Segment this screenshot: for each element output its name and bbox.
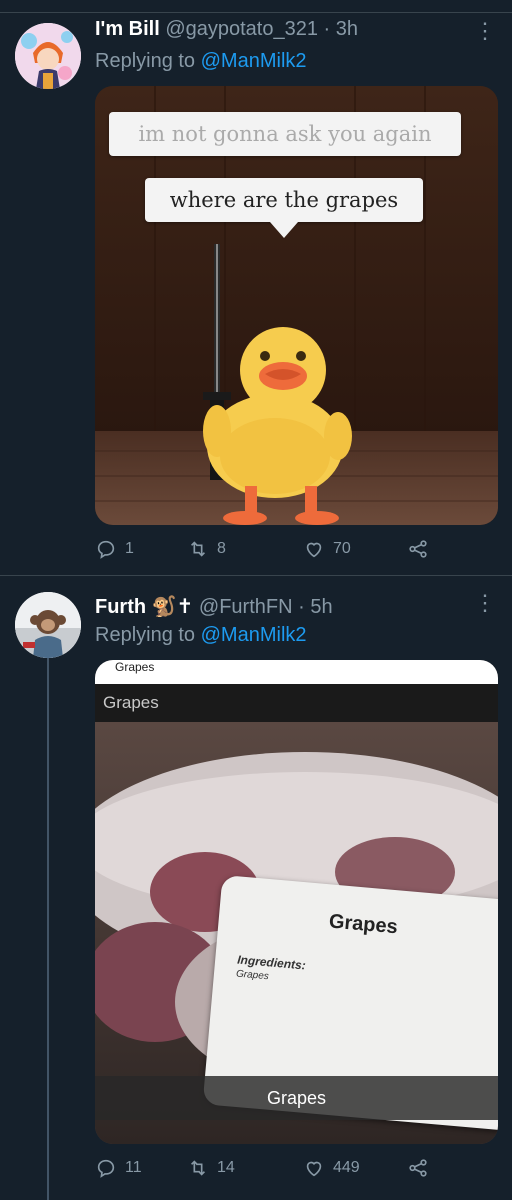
avatar-furth[interactable]: [15, 592, 81, 658]
replying-to-mention[interactable]: @ManMilk2: [201, 50, 307, 72]
replying-to-label: Replying to: [95, 624, 196, 646]
tweet-time[interactable]: 5h: [310, 596, 332, 618]
tweet-1[interactable]: I'm Bill @gaypotato_321 · 3h ⋮ Replying …: [0, 0, 512, 575]
share-icon: [409, 1159, 427, 1177]
share-button[interactable]: [407, 538, 429, 560]
like-button[interactable]: 449: [303, 1157, 360, 1179]
like-icon: [306, 542, 322, 558]
tweet-2-actions: 11 14 449: [95, 1157, 455, 1185]
reply-icon: [97, 540, 115, 559]
author-handle[interactable]: @FurthFN: [199, 596, 293, 618]
meme-bubble-2: where are the grapes: [145, 178, 423, 222]
name-emoji: 🐒✝: [151, 596, 194, 618]
like-icon: [306, 1161, 322, 1177]
share-button[interactable]: [407, 1157, 429, 1179]
replying-to: Replying to @ManMilk2: [95, 624, 307, 647]
tweet-2[interactable]: Furth 🐒✝ @FurthFN · 5h ⋮ Replying to @Ma…: [0, 576, 512, 1200]
speech-tail: [270, 222, 298, 238]
tweet-2-image[interactable]: Grapes Grapes Grapes Ingredients: Grapes: [95, 660, 498, 1144]
like-count: 449: [333, 1159, 360, 1176]
replying-to: Replying to @ManMilk2: [95, 50, 307, 73]
reply-button[interactable]: 11: [95, 1157, 142, 1179]
retweet-count: 8: [217, 540, 226, 557]
tweet-time[interactable]: 3h: [336, 18, 358, 40]
dark-header-bar: Grapes: [95, 684, 498, 722]
tweet-1-image[interactable]: im not gonna ask you again where are the…: [95, 86, 498, 525]
reply-icon: [97, 1159, 115, 1178]
meme-bubble-1: im not gonna ask you again: [109, 112, 461, 156]
card-ingredients: Grapes: [235, 968, 270, 983]
author-handle[interactable]: @gaypotato_321: [165, 18, 318, 40]
tweet-2-header: Furth 🐒✝ @FurthFN · 5h: [95, 596, 333, 618]
retweet-icon: [190, 541, 206, 557]
more-icon[interactable]: ⋮: [474, 592, 496, 614]
replying-to-label: Replying to: [95, 50, 196, 72]
retweet-count: 14: [217, 1159, 235, 1176]
author-name[interactable]: I'm Bill: [95, 18, 160, 40]
retweet-icon: [190, 1160, 206, 1176]
retweet-button[interactable]: 14: [187, 1157, 235, 1179]
thread-line: [47, 658, 49, 1200]
more-icon[interactable]: ⋮: [474, 20, 496, 42]
retweet-button[interactable]: 8: [187, 538, 226, 560]
avatar-bill[interactable]: [15, 23, 81, 89]
like-count: 70: [333, 540, 351, 557]
reply-button[interactable]: 1: [95, 538, 134, 560]
replying-to-mention[interactable]: @ManMilk2: [201, 624, 307, 646]
share-icon: [409, 540, 427, 558]
like-button[interactable]: 70: [303, 538, 351, 560]
reply-count: 1: [125, 540, 134, 557]
reply-count: 11: [125, 1159, 142, 1176]
card-title: Grapes: [328, 910, 399, 939]
tweet-1-header: I'm Bill @gaypotato_321 · 3h: [95, 18, 359, 40]
author-name[interactable]: Furth: [95, 596, 146, 618]
caption-bar: Grapes: [95, 1076, 498, 1120]
white-header-strip: Grapes: [95, 660, 498, 684]
tweet-1-actions: 1 8 70: [95, 538, 455, 566]
